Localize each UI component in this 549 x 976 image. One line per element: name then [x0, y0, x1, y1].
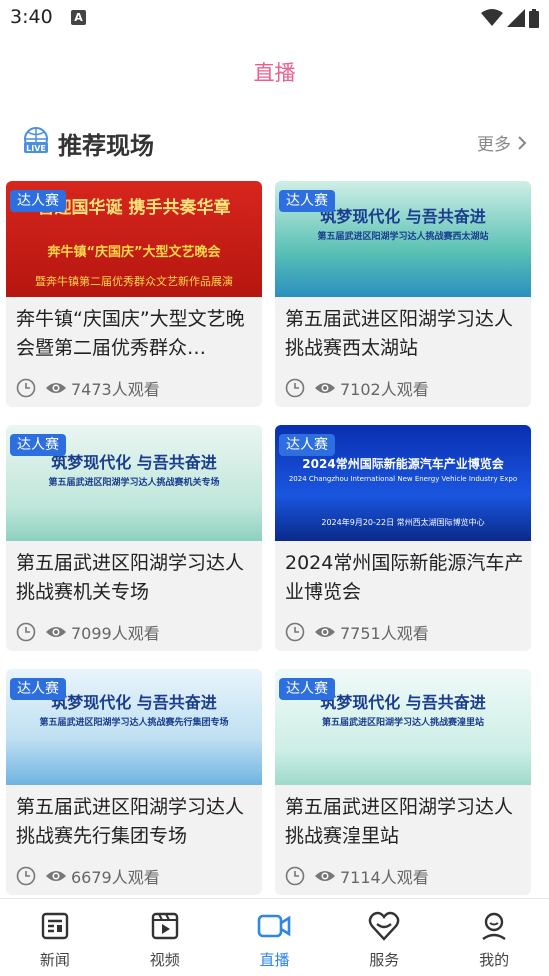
card-thumbnail: 筑梦现代化 与吾共奋进 第五届武进区阳湖学习达人挑战赛湟里站 达人赛	[275, 669, 531, 785]
card-title: 第五届武进区阳湖学习达人挑战赛机关专场	[16, 552, 245, 603]
view-count: 7114人观看	[340, 868, 429, 887]
card-meta: 7099人观看	[16, 620, 160, 644]
card-meta: 6679人观看	[16, 864, 160, 888]
view-count: 7102人观看	[340, 380, 429, 399]
live-card[interactable]: 筑梦现代化 与吾共奋进 第五届武进区阳湖学习达人挑战赛先行集团专场 达人赛 第五…	[6, 669, 262, 895]
category-badge: 达人赛	[10, 190, 66, 212]
live-card[interactable]: 2024常州国际新能源汽车产业博览会 2024 Changzhou Intern…	[275, 425, 531, 651]
live-card[interactable]: 筑梦现代化 与吾共奋进 第五届武进区阳湖学习达人挑战赛西太湖站 达人赛 第五届武…	[275, 181, 531, 407]
card-thumbnail: 筑梦现代化 与吾共奋进 第五届武进区阳湖学习达人挑战赛西太湖站 达人赛	[275, 181, 531, 297]
category-badge: 达人赛	[279, 190, 335, 212]
card-thumbnail: 筑梦现代化 与吾共奋进 第五届武进区阳湖学习达人挑战赛机关专场 达人赛	[6, 425, 262, 541]
notification-a-icon: A	[71, 10, 86, 25]
card-title: 第五届武进区阳湖学习达人挑战赛西太湖站	[285, 308, 514, 359]
card-title: 第五届武进区阳湖学习达人挑战赛湟里站	[285, 796, 514, 847]
live-card[interactable]: 筑梦现代化 与吾共奋进 第五届武进区阳湖学习达人挑战赛机关专场 达人赛 第五届武…	[6, 425, 262, 651]
video-icon	[151, 912, 178, 940]
page-title: 直播	[253, 61, 296, 85]
tab-video[interactable]: 视频	[110, 899, 220, 976]
section-header: LIVE 推荐现场 更多	[22, 124, 527, 160]
card-meta: 7751人观看	[285, 620, 429, 644]
eye-icon	[315, 383, 335, 393]
category-badge: 达人赛	[10, 678, 66, 700]
live-camera-icon	[258, 914, 291, 938]
status-time: 3:40	[10, 6, 53, 28]
view-count: 7099人观看	[71, 624, 160, 643]
clock-icon	[16, 622, 36, 642]
thumbnail-subtitle: 第五届武进区阳湖学习达人挑战赛湟里站	[321, 718, 484, 728]
tab-label: 服务	[369, 951, 400, 969]
status-icons	[481, 8, 539, 28]
tab-label: 新闻	[39, 951, 70, 969]
card-thumbnail: 2024常州国际新能源汽车产业博览会 2024 Changzhou Intern…	[275, 425, 531, 541]
clock-icon	[285, 622, 305, 642]
card-meta: 7473人观看	[16, 376, 160, 400]
card-thumbnail: 喜迎国华诞 携手共奏华章 奔牛镇“庆国庆”大型文艺晚会 暨奔牛镇第二届优秀群众文…	[6, 181, 262, 297]
tab-profile[interactable]: 我的	[439, 899, 549, 976]
battery-icon	[529, 8, 539, 28]
thumbnail-subtitle: 2024 Changzhou International New Energy …	[288, 475, 518, 483]
card-title: 2024常州国际新能源汽车产业博览会	[285, 552, 524, 603]
tab-label: 直播	[259, 951, 290, 969]
more-link[interactable]: 更多	[477, 130, 527, 155]
wifi-icon	[481, 9, 503, 26]
live-globe-icon: LIVE	[24, 127, 48, 153]
bottom-tab-bar: 新闻 视频 直播 服务 我的	[0, 898, 549, 976]
category-badge: 达人赛	[279, 434, 335, 456]
eye-icon	[315, 627, 335, 637]
thumbnail-subtitle: 第五届武进区阳湖学习达人挑战赛西太湖站	[317, 232, 489, 242]
view-count: 6679人观看	[71, 868, 160, 887]
thumbnail-subtitle: 第五届武进区阳湖学习达人挑战赛先行集团专场	[39, 718, 229, 728]
tab-service[interactable]: 服务	[329, 899, 439, 976]
category-badge: 达人赛	[10, 434, 66, 456]
eye-icon	[46, 871, 66, 881]
tab-label: 我的	[479, 951, 510, 969]
clock-icon	[16, 378, 36, 398]
live-card[interactable]: 筑梦现代化 与吾共奋进 第五届武进区阳湖学习达人挑战赛湟里站 达人赛 第五届武进…	[275, 669, 531, 895]
tab-live[interactable]: 直播	[220, 899, 330, 976]
live-card[interactable]: 喜迎国华诞 携手共奏华章 奔牛镇“庆国庆”大型文艺晚会 暨奔牛镇第二届优秀群众文…	[6, 181, 262, 407]
clock-icon	[285, 378, 305, 398]
card-title: 奔牛镇“庆国庆”大型文艺晚会暨第二届优秀群众…	[16, 308, 245, 359]
clock-icon	[285, 866, 305, 886]
clock-icon	[16, 866, 36, 886]
heart-service-icon	[369, 911, 400, 941]
tab-news[interactable]: 新闻	[0, 899, 110, 976]
svg-text:LIVE: LIVE	[26, 144, 46, 153]
eye-icon	[46, 383, 66, 393]
thumbnail-subtitle: 奔牛镇“庆国庆”大型文艺晚会	[47, 245, 221, 260]
thumbnail-caption: 2024年9月20-22日 常州西太湖国际博览中心	[321, 518, 485, 527]
thumbnail-subtitle: 第五届武进区阳湖学习达人挑战赛机关专场	[48, 478, 220, 488]
view-count: 7473人观看	[71, 380, 160, 399]
card-meta: 7102人观看	[285, 376, 429, 400]
card-thumbnail: 筑梦现代化 与吾共奋进 第五届武进区阳湖学习达人挑战赛先行集团专场 达人赛	[6, 669, 262, 785]
eye-icon	[46, 627, 66, 637]
category-badge: 达人赛	[279, 678, 335, 700]
more-label: 更多	[477, 135, 511, 155]
thumbnail-headline: 2024常州国际新能源汽车产业博览会	[302, 457, 504, 471]
news-icon	[41, 912, 69, 940]
card-title: 第五届武进区阳湖学习达人挑战赛先行集团专场	[16, 796, 245, 847]
card-meta: 7114人观看	[285, 864, 429, 888]
signal-icon	[507, 9, 525, 27]
chevron-right-icon	[518, 135, 527, 150]
view-count: 7751人观看	[340, 624, 429, 643]
profile-icon	[482, 912, 506, 940]
tab-label: 视频	[149, 951, 180, 969]
thumbnail-caption: 暨奔牛镇第二届优秀群众文艺新作品展演	[35, 275, 233, 288]
eye-icon	[315, 871, 335, 881]
status-bar: 3:40 A	[0, 0, 549, 36]
section-title: 推荐现场	[58, 132, 154, 160]
